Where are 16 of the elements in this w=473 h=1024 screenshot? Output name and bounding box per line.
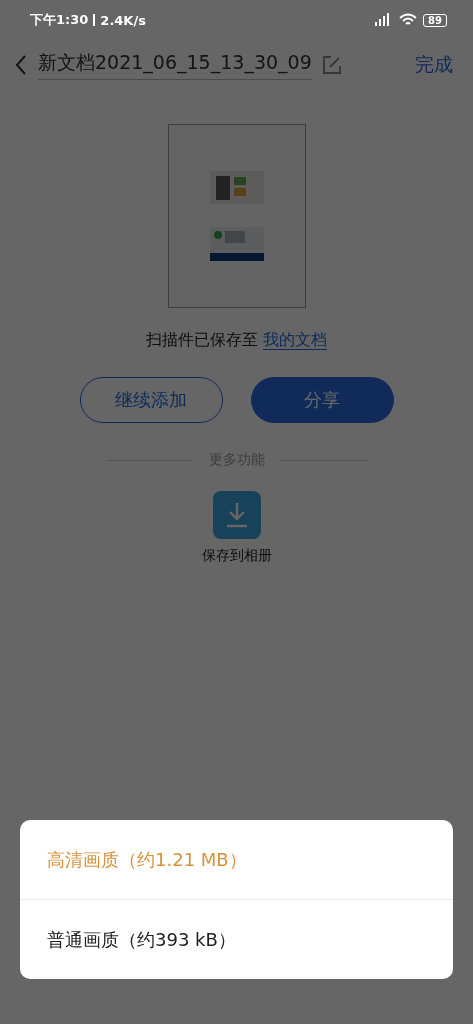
saved-note: 扫描件已保存至 我的文档	[144, 330, 329, 351]
share-button[interactable]: 分享	[250, 377, 394, 423]
status-time: 下午1:30	[30, 11, 89, 29]
document-title-field[interactable]: 新文档2021_06_15_13_30_09	[38, 50, 312, 80]
action-label: 保存到相册	[201, 547, 272, 565]
add-more-button[interactable]: 继续添加	[79, 377, 223, 423]
quality-option[interactable]: 高清画质（约1.21 MB）	[20, 820, 453, 899]
battery-indicator: 89	[423, 13, 447, 27]
my-documents-link[interactable]: 我的文档	[263, 330, 328, 350]
download-icon[interactable]	[212, 491, 261, 539]
quality-option[interactable]: 普通画质（约393 kB）	[20, 900, 453, 979]
wifi-icon	[399, 13, 418, 27]
back-icon[interactable]	[14, 54, 28, 76]
edit-icon[interactable]	[321, 55, 342, 75]
network-speed: 2.4K/s	[100, 12, 146, 28]
done-button[interactable]: 完成	[415, 52, 453, 78]
